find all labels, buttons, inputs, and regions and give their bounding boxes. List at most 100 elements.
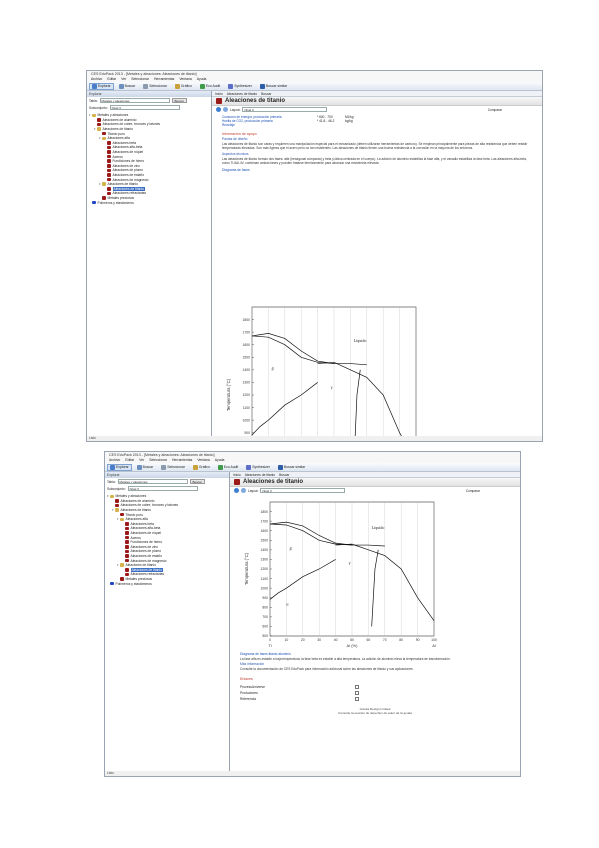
- tab-search[interactable]: Buscar: [261, 92, 271, 96]
- option-checkbox[interactable]: [355, 690, 359, 695]
- chart-button[interactable]: Gráfico: [172, 83, 195, 90]
- record-icon: [92, 200, 96, 205]
- diagram-link[interactable]: Diagrama de fases: [222, 168, 542, 172]
- phase-region-label: Líquido: [372, 525, 385, 530]
- layout-label: Layout:: [248, 488, 259, 493]
- record-navbar: Layout: Nivel 3 Comparar: [230, 487, 520, 494]
- y-tick-label: 700: [262, 615, 268, 619]
- search-tree-button[interactable]: Buscar: [171, 98, 187, 103]
- layout-select[interactable]: Nivel 3: [242, 107, 328, 112]
- record-icon: [107, 154, 111, 159]
- menu-edit[interactable]: Editar: [125, 458, 134, 463]
- menu-edit[interactable]: Editar: [107, 77, 116, 82]
- record-icon: [107, 168, 111, 173]
- tab-record[interactable]: Aleaciones de titanio: [245, 473, 275, 477]
- menu-select[interactable]: Seleccionar: [131, 77, 149, 82]
- table-label: Tabla:: [107, 479, 116, 484]
- folder-icon: [102, 136, 106, 141]
- subset-select[interactable]: Nivel 3: [127, 486, 198, 491]
- record-icon: [216, 98, 222, 104]
- browse-button[interactable]: Explorar: [107, 463, 132, 471]
- eco-audit-button[interactable]: Eco Audit: [197, 83, 223, 90]
- tree-item-label: Titanio puro: [125, 512, 143, 517]
- phase-region-label: β: [272, 366, 274, 371]
- search-button[interactable]: Buscar: [116, 83, 139, 90]
- status-bar: Listo: [89, 436, 96, 440]
- menu-window[interactable]: Ventana: [179, 77, 191, 82]
- links-title: Enlaces: [240, 676, 253, 681]
- menu-select[interactable]: Seleccionar: [149, 458, 167, 463]
- search-tree-button[interactable]: Buscar: [189, 479, 205, 484]
- y-tick-label: 1600: [242, 343, 250, 347]
- menu-help[interactable]: Ayuda: [197, 77, 207, 82]
- find-similar-button[interactable]: Buscar similar: [275, 464, 308, 471]
- x-tick-label: 10: [285, 638, 289, 642]
- record-icon: [107, 187, 111, 191]
- table-row: Tabla: Metales y aleaciones Buscar: [105, 478, 229, 485]
- back-icon[interactable]: [216, 107, 221, 112]
- tree-item-label: Aleaciones de zinc: [130, 544, 159, 549]
- forward-icon[interactable]: [223, 107, 228, 112]
- tree-item[interactable]: Polímeros y elastómeros: [87, 200, 211, 205]
- layout-label: Layout:: [230, 107, 241, 112]
- back-icon[interactable]: [234, 488, 239, 493]
- eco-audit-button[interactable]: Eco Audit: [215, 464, 241, 471]
- tree-item-label: Metales preciosos: [107, 195, 135, 200]
- synthesizer-button[interactable]: Synthesizer: [243, 464, 273, 471]
- tab-record[interactable]: Aleaciones de titanio: [227, 92, 257, 96]
- compare-button[interactable]: Comparar: [488, 108, 502, 112]
- option-checkbox[interactable]: [355, 684, 359, 689]
- select-button[interactable]: Seleccionar: [140, 83, 170, 90]
- properties-table: Consumo de energía, producción primaria …: [222, 115, 542, 127]
- record-icon: [107, 177, 111, 182]
- property-name[interactable]: Reciclaje: [222, 123, 317, 127]
- y-tick-label: 1200: [260, 567, 268, 571]
- record-icon: [115, 499, 119, 503]
- select-button[interactable]: Seleccionar: [158, 464, 188, 471]
- search-button[interactable]: Buscar: [134, 464, 157, 471]
- find-similar-button[interactable]: Buscar similar: [257, 83, 290, 90]
- record-icon: [125, 531, 129, 535]
- table-select[interactable]: Metales y aleaciones: [117, 479, 188, 484]
- tree-item-label: Metales preciosos: [125, 576, 153, 581]
- menu-help[interactable]: Ayuda: [215, 458, 225, 463]
- forward-icon[interactable]: [241, 488, 246, 493]
- tab-search[interactable]: Buscar: [279, 473, 289, 477]
- record-icon: [97, 122, 101, 127]
- compare-button[interactable]: Comparar: [466, 489, 480, 493]
- x-tick-label: 0: [269, 638, 271, 642]
- menu-view[interactable]: Ver: [139, 458, 144, 463]
- record-icon: [125, 545, 129, 549]
- option-checkbox[interactable]: [355, 696, 359, 701]
- tree-item-label: Aleaciones de plomo: [112, 168, 144, 173]
- layout-select[interactable]: Nivel 3: [260, 488, 346, 493]
- tab-home[interactable]: Inicio: [233, 473, 241, 477]
- synthesizer-icon: [246, 464, 252, 470]
- subset-select[interactable]: Nivel 3: [109, 105, 180, 110]
- chart-icon: [192, 464, 198, 470]
- menu-window[interactable]: Ventana: [197, 458, 209, 463]
- record-icon: [125, 526, 129, 531]
- tab-home[interactable]: Inicio: [215, 92, 223, 96]
- browse-icon: [92, 83, 97, 89]
- record-icon: [125, 549, 129, 554]
- tree-item[interactable]: Polímeros y elastómeros: [105, 581, 229, 586]
- menu-tools[interactable]: Herramientas: [154, 77, 174, 82]
- tree-item-label: Fundiciones de hierro: [130, 540, 163, 545]
- link-option[interactable]: Referencia: [240, 696, 520, 702]
- chart-button[interactable]: Gráfico: [190, 464, 213, 471]
- menu-view[interactable]: Ver: [121, 77, 126, 82]
- tree-item-label: Aleaciones de zinc: [112, 163, 141, 168]
- synthesizer-button[interactable]: Synthesizer: [225, 83, 255, 90]
- menu-tools[interactable]: Herramientas: [172, 458, 192, 463]
- menu-file[interactable]: Archivo: [109, 458, 120, 463]
- browse-button[interactable]: Explorar: [89, 82, 114, 90]
- select-icon: [143, 83, 149, 89]
- x-end-label-ti: Ti: [268, 643, 271, 648]
- tree-item-label: Polímeros y elastómeros: [97, 200, 134, 205]
- menu-file[interactable]: Archivo: [91, 77, 102, 82]
- table-select[interactable]: Metales y aleaciones: [99, 98, 170, 103]
- y-tick-label: 1500: [242, 355, 250, 359]
- phase-diagram: 0 10 20 30 40 50 60 70 80 90 100 500 600 700 800 900 100…: [244, 501, 437, 648]
- table-row: Tabla: Metales y aleaciones Buscar: [87, 97, 211, 104]
